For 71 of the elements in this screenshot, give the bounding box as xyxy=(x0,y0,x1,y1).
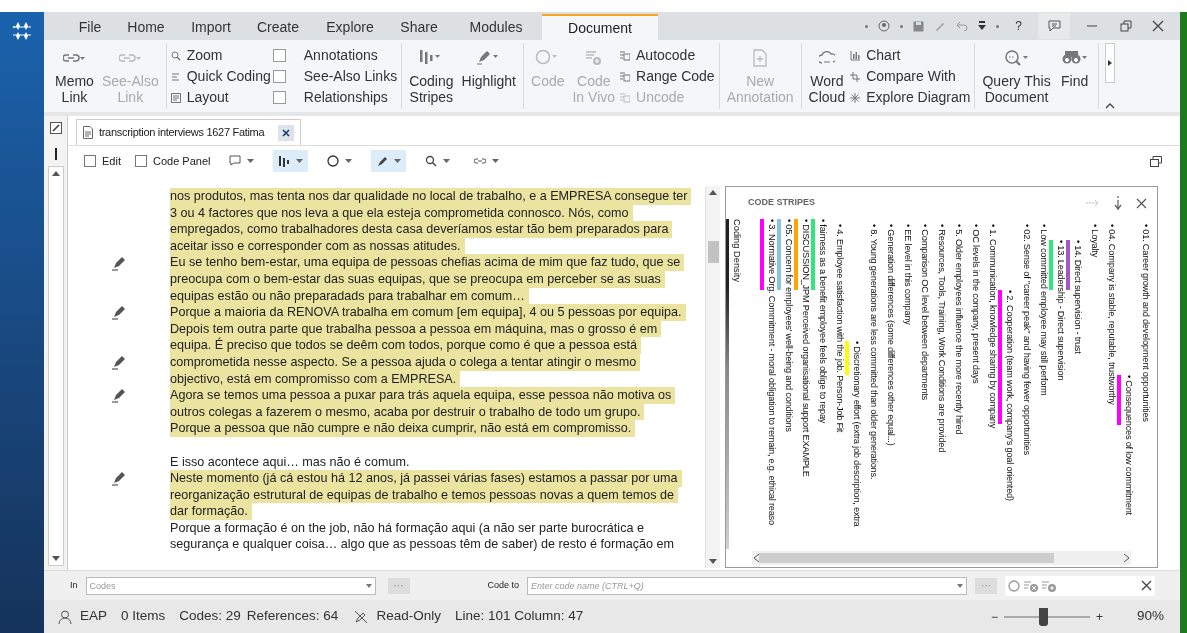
ribbon-tab[interactable]: Document xyxy=(542,14,658,40)
items-count: 0 Items xyxy=(121,607,166,626)
ribbon-button[interactable]: Word Cloud xyxy=(805,43,849,109)
zoom-level: 90% xyxy=(1136,607,1164,626)
zoom-in-button[interactable]: + xyxy=(1095,607,1103,626)
checkbox-label[interactable]: Code Panel xyxy=(152,152,211,170)
stripe-label[interactable]: • 4. Employee satisfaction with the job. Person-Job Fit xyxy=(834,224,845,551)
stripe-label[interactable]: • Low committed employee may still perform xyxy=(1038,224,1049,551)
ribbon-button[interactable]: Compare With xyxy=(850,66,971,87)
ribbon-tab[interactable]: Home xyxy=(114,14,178,40)
ribbon-button[interactable]: Quick Coding xyxy=(170,66,271,87)
ribbon-tab[interactable]: Import xyxy=(178,14,244,40)
stripe-label[interactable]: • Consequences of low commitment xyxy=(1123,375,1134,551)
ribbon-button[interactable]: Highlight xyxy=(458,43,519,109)
checkbox-label[interactable]: Relationships xyxy=(303,87,388,108)
references-count: References: 64 xyxy=(246,607,339,626)
stripe-label[interactable]: • 14. Direct supervision - trust xyxy=(1072,240,1083,551)
checkbox-label[interactable]: Edit xyxy=(102,152,121,170)
stripe-label[interactable]: • DISCUSSION_JPM Perceived organisational support EXAMPLE xyxy=(800,219,811,551)
stripe-label[interactable]: • OC levels in the company, present days xyxy=(970,224,981,551)
stripe-label[interactable]: • 13. Leadership - Direct supervision xyxy=(1055,240,1066,551)
stripe-label[interactable]: • 01. Career growth and development opportunities xyxy=(1140,224,1151,551)
stripe-label[interactable]: • 3. Normative Org. Commitment - moral obligation to remain, e.g. ethical reaso xyxy=(766,219,777,551)
stripe-label[interactable]: • EE level in this company xyxy=(902,224,913,551)
field-label: Code to xyxy=(487,578,520,592)
user-name: EAP xyxy=(80,607,107,626)
stripe-label[interactable]: • 02. Sense of "career peak" and having fewer opportunities xyxy=(1021,224,1032,551)
codes-count: Codes: 29 xyxy=(179,607,241,626)
ribbon-button[interactable]: Explore Diagram xyxy=(850,87,971,108)
text-line: E isso acontece aqui… mas não é comum. xyxy=(170,453,411,471)
stripe-label[interactable]: • 2. Cooperation (team work, company's goal oriented) xyxy=(1004,290,1015,551)
text-line: segurança e qualquer coisa… algo que as pessoas têm de saber) de resto é formação em xyxy=(170,536,676,554)
help-button[interactable]: ? xyxy=(1009,17,1028,35)
read-only-status: Read-Only xyxy=(376,607,441,626)
panel-title: CODE STRIPES xyxy=(748,196,815,210)
checkbox-label[interactable]: See-Also Links xyxy=(303,66,398,87)
ribbon-button[interactable]: Coding Stripes xyxy=(406,43,457,109)
ribbon-button[interactable]: Autocode xyxy=(620,45,715,66)
ribbon-tab[interactable]: Explore xyxy=(312,14,388,40)
ribbon-tab[interactable]: Modules xyxy=(450,14,542,40)
stripe-label[interactable]: • 1. Communication, knowledge sharing by company xyxy=(987,224,998,551)
code-name-field[interactable]: Enter code name (CTRL+Q) xyxy=(527,576,968,595)
stripe-label[interactable]: • 5. Older employees influence the more recently hired xyxy=(953,224,964,551)
zoom-out-button[interactable]: − xyxy=(990,607,998,626)
stripe-label[interactable]: • Comparison OC level between departments xyxy=(919,224,930,551)
tab-title: transcription interviews 1627 Fatima xyxy=(99,125,265,141)
ribbon-button[interactable]: Find xyxy=(1055,43,1094,109)
ribbon-button[interactable]: Range Code xyxy=(620,66,715,87)
ribbon-tab[interactable]: Create xyxy=(244,14,312,40)
stripe-label[interactable]: • 8. Young generations are less committed than older generations. xyxy=(868,224,879,551)
stripe-label[interactable]: • Discretionary effort (extra job description, extra xyxy=(851,341,862,551)
cursor-position: Line: 101 Column: 47 xyxy=(454,607,584,626)
ribbon-tab[interactable]: File xyxy=(66,14,114,40)
ribbon-button[interactable]: Chart xyxy=(850,45,971,66)
text-line: Porque a formação é on the job, não há formação aqui (a não ser parte burocrática e xyxy=(170,519,645,537)
ribbon-button[interactable]: Zoom xyxy=(170,45,271,66)
ribbon-tab[interactable]: Share xyxy=(388,14,450,40)
stripe-label[interactable]: • fairness as a benefit employee feels oblige to repay xyxy=(817,219,828,551)
stripe-label[interactable]: • Resources, Tools, Training, Work Conditions are provided xyxy=(936,224,947,551)
stripe-label[interactable]: • 05. Concern for employees' well-being and conditions xyxy=(783,219,794,551)
document-tab[interactable]: transcription interviews 1627 Fatima xyxy=(76,119,302,145)
ribbon-button[interactable]: Memo Link xyxy=(52,43,97,109)
stripe-label[interactable]: • Generation differences (some differences other equal...) xyxy=(885,224,896,551)
stripe-label[interactable]: • Loyalty xyxy=(1089,224,1100,551)
codes-combo-box[interactable]: Codes xyxy=(85,576,376,595)
checkbox-label[interactable]: Annotations xyxy=(303,45,378,66)
ribbon-button[interactable]: Layout xyxy=(170,87,271,108)
ribbon-button[interactable]: Query This Document xyxy=(979,43,1054,109)
field-label: In xyxy=(70,578,78,592)
density-label: Coding Density xyxy=(731,219,742,285)
stripe-label[interactable]: • 04. Company is stable, reputable, trustworthy xyxy=(1106,224,1117,551)
